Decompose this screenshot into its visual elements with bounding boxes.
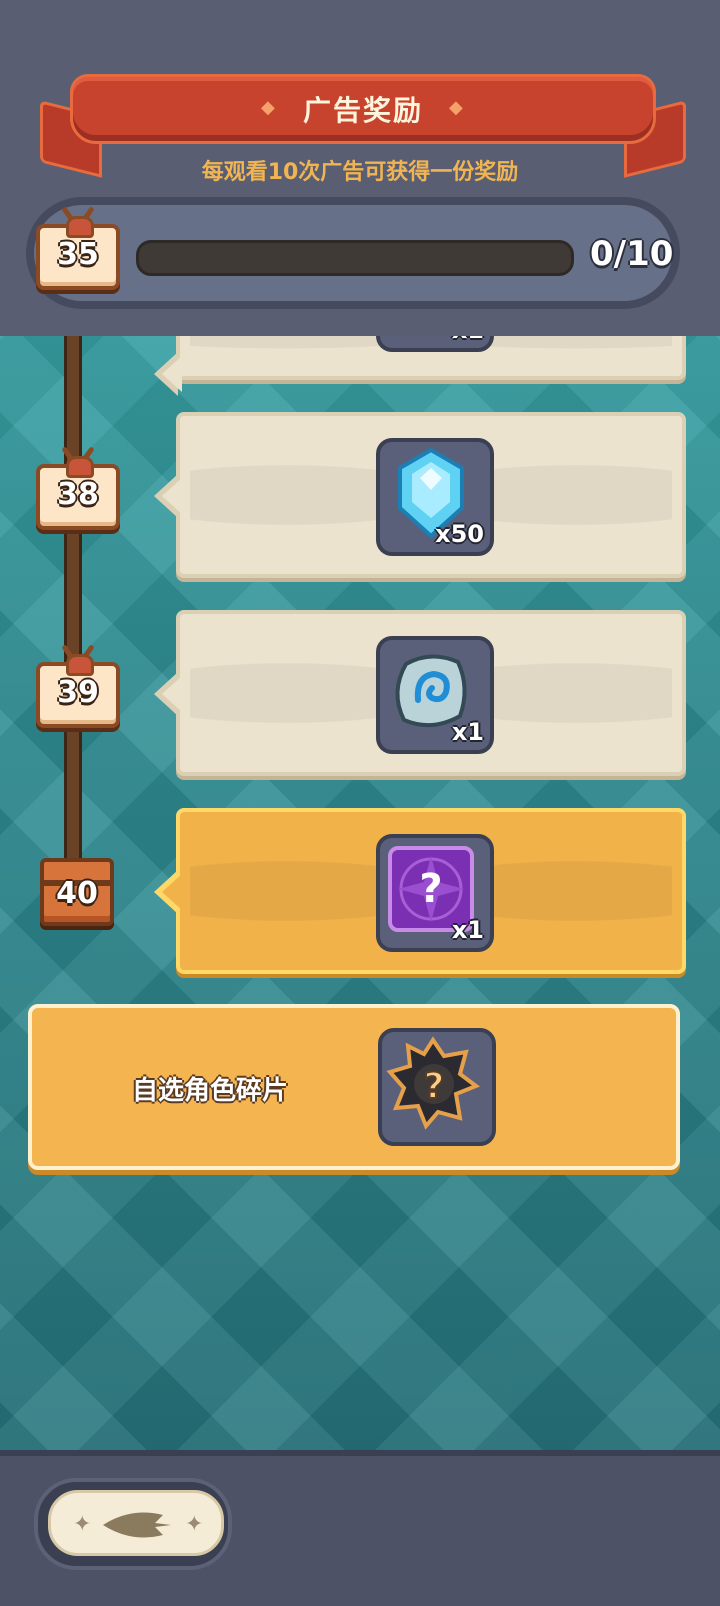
- page-title: 广告奖励: [302, 94, 423, 127]
- level-number: 40: [56, 876, 98, 911]
- reward-card-40[interactable]: ? x1: [154, 808, 686, 974]
- svg-text:✦: ✦: [73, 1512, 91, 1537]
- reward-slot[interactable]: x1: [376, 636, 494, 754]
- ad-progress-bar: [136, 240, 574, 276]
- current-level-badge: 35: [36, 216, 120, 290]
- mystery-character-shard-icon: ?: [386, 1036, 481, 1130]
- reward-card-38[interactable]: x50: [154, 412, 686, 578]
- ad-progress-text: 0/10: [590, 234, 674, 274]
- back-button[interactable]: ✦ ✦: [34, 1478, 232, 1570]
- level-badge-38: 38: [36, 456, 120, 530]
- diamond-ornament-icon: ◆: [449, 97, 463, 118]
- progress-rope: [64, 330, 82, 890]
- reward-quantity: x50: [435, 520, 484, 548]
- reward-quantity: x1: [451, 916, 484, 944]
- level-badge-40: 40: [40, 858, 114, 926]
- final-reward-slot[interactable]: ?: [378, 1028, 496, 1146]
- reward-quantity: x1: [451, 718, 484, 746]
- svg-text:✦: ✦: [185, 1512, 203, 1537]
- knob-icon: [66, 216, 94, 238]
- level-badge-39: 39: [36, 654, 120, 728]
- final-reward-label: 自选角色碎片: [132, 1076, 289, 1106]
- title-banner: ◆ 广告奖励 ◆: [70, 74, 656, 144]
- svg-text:?: ?: [419, 866, 442, 912]
- knob-icon: [66, 456, 94, 478]
- svg-text:?: ?: [424, 1066, 445, 1107]
- page-subtitle: 每观看10次广告可获得一份奖励: [201, 160, 519, 185]
- reward-card-39[interactable]: x1: [154, 610, 686, 776]
- current-level-number: 35: [57, 237, 99, 272]
- header: ◆ 广告奖励 ◆ 每观看10次广告可获得一份奖励 35 0/10: [0, 0, 720, 336]
- level-number: 39: [57, 675, 99, 710]
- reward-slot[interactable]: x50: [376, 438, 494, 556]
- back-arrow-icon: ✦ ✦: [73, 1512, 203, 1538]
- back-button-face: ✦ ✦: [48, 1490, 224, 1556]
- reward-slot[interactable]: ? x1: [376, 834, 494, 952]
- final-reward-card[interactable]: 自选角色碎片 ?: [28, 1004, 680, 1170]
- knob-icon: [66, 654, 94, 676]
- level-number: 38: [57, 477, 99, 512]
